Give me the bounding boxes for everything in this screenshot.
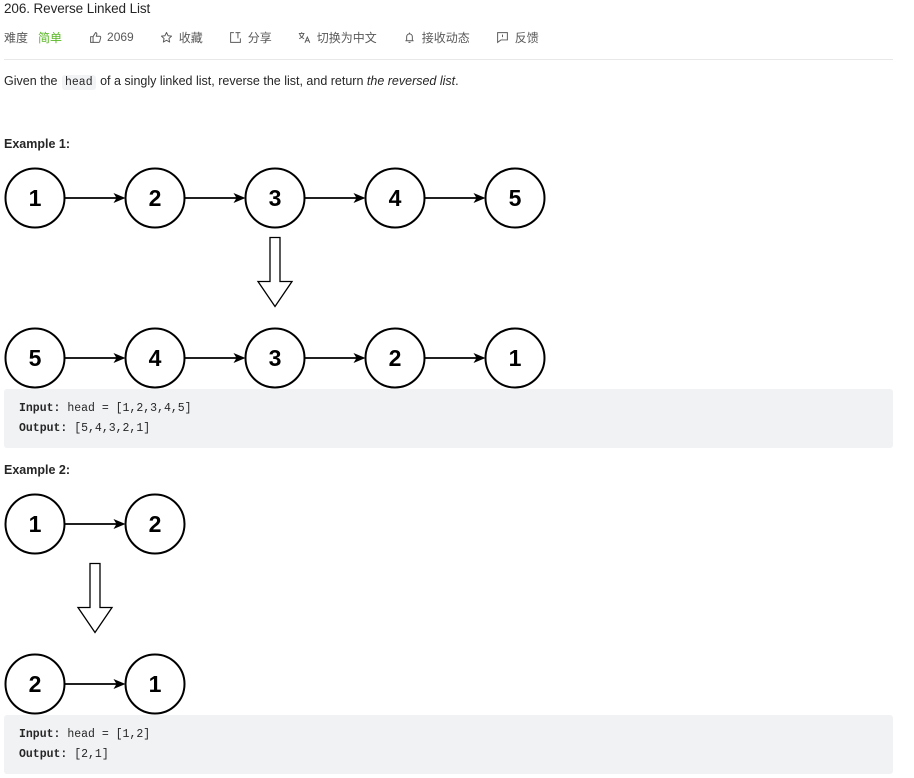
likes-count: 2069 bbox=[107, 30, 134, 44]
subscribe-button[interactable]: 接收动态 bbox=[403, 29, 470, 46]
favorite-label: 收藏 bbox=[178, 30, 203, 45]
node-value: 1 bbox=[29, 511, 42, 537]
description-middle: of a singly linked list, reverse the lis… bbox=[100, 74, 364, 88]
example-1-title: Example 1: bbox=[4, 137, 71, 151]
node-value: 4 bbox=[389, 185, 402, 211]
feedback-button[interactable]: 反馈 bbox=[496, 29, 539, 46]
input-label: Input: bbox=[19, 402, 61, 415]
node-value: 5 bbox=[29, 345, 42, 371]
node-value: 2 bbox=[389, 345, 402, 371]
node-value: 4 bbox=[149, 345, 162, 371]
description-suffix: . bbox=[455, 74, 459, 88]
description-prefix: Given the bbox=[4, 74, 58, 88]
output-label: Output: bbox=[19, 422, 68, 435]
inline-code-head: head bbox=[62, 75, 96, 90]
input-value: head = [1,2] bbox=[67, 728, 151, 741]
reverse-arrow-icon bbox=[76, 562, 114, 634]
example-2-title: Example 2: bbox=[4, 463, 71, 477]
example-2-code-block: Input: head = [1,2] Output: [2,1] bbox=[4, 715, 893, 774]
bell-icon bbox=[403, 30, 417, 44]
node-value: 1 bbox=[509, 345, 522, 371]
example-1-code-block: Input: head = [1,2,3,4,5] Output: [5,4,3… bbox=[4, 389, 893, 448]
thumbs-up-icon bbox=[88, 30, 102, 44]
example-1-input-line: Input: head = [1,2,3,4,5] bbox=[19, 399, 878, 419]
input-label: Input: bbox=[19, 728, 61, 741]
favorite-button[interactable]: 收藏 bbox=[160, 29, 203, 46]
example-1-diagram: 1 2 3 4 5 5 4 3 2 1 bbox=[4, 167, 546, 389]
translate-icon bbox=[298, 30, 312, 44]
problem-toolbar: 难度 简单 2069 收藏 分享 切换为中文 接收动态 反馈 bbox=[4, 28, 539, 46]
problem-title: 206. Reverse Linked List bbox=[4, 1, 151, 16]
description-emphasis: the reversed list bbox=[366, 74, 456, 88]
share-label: 分享 bbox=[247, 30, 272, 45]
output-value: [2,1] bbox=[74, 748, 109, 761]
translate-button[interactable]: 切换为中文 bbox=[298, 29, 377, 46]
like-button[interactable]: 2069 bbox=[88, 30, 134, 44]
example-1-output-line: Output: [5,4,3,2,1] bbox=[19, 419, 878, 439]
share-button[interactable]: 分享 bbox=[229, 29, 272, 46]
output-label: Output: bbox=[19, 748, 68, 761]
star-icon bbox=[160, 30, 174, 44]
input-value: head = [1,2,3,4,5] bbox=[67, 402, 192, 415]
node-value: 5 bbox=[509, 185, 522, 211]
output-value: [5,4,3,2,1] bbox=[74, 422, 151, 435]
node-value: 2 bbox=[29, 671, 42, 697]
difficulty-label: 难度 bbox=[4, 30, 29, 45]
node-value: 3 bbox=[269, 345, 282, 371]
feedback-icon bbox=[496, 30, 510, 44]
translate-label: 切换为中文 bbox=[316, 30, 377, 45]
feedback-label: 反馈 bbox=[514, 30, 539, 45]
difficulty-badge: 简单 bbox=[38, 30, 63, 45]
node-value: 3 bbox=[269, 185, 282, 211]
node-value: 1 bbox=[149, 671, 162, 697]
example-2-output-line: Output: [2,1] bbox=[19, 745, 878, 765]
subscribe-label: 接收动态 bbox=[421, 30, 470, 45]
problem-description: Given the head of a singly linked list, … bbox=[4, 74, 459, 90]
node-value: 2 bbox=[149, 185, 162, 211]
share-icon bbox=[229, 30, 243, 44]
reverse-arrow-icon bbox=[256, 236, 294, 308]
example-2-diagram: 1 2 2 1 bbox=[4, 493, 186, 715]
example-2-input-line: Input: head = [1,2] bbox=[19, 725, 878, 745]
difficulty: 难度 简单 bbox=[4, 29, 62, 46]
node-value: 1 bbox=[29, 185, 42, 211]
node-value: 2 bbox=[149, 511, 162, 537]
header-divider bbox=[4, 59, 893, 60]
